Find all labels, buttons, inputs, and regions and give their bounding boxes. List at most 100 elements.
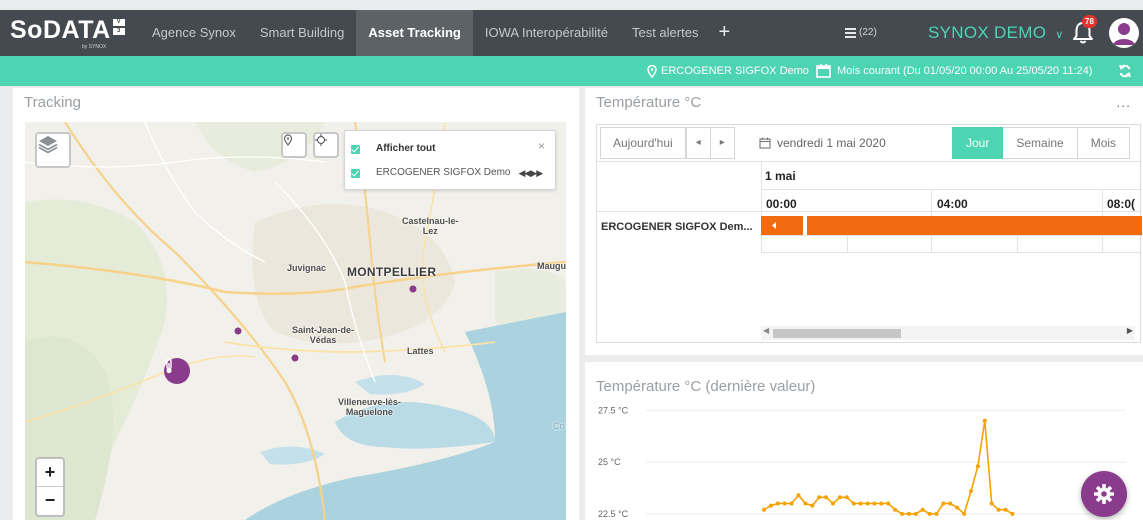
next-day-button[interactable]: ▸	[710, 127, 735, 159]
center-map-button[interactable]	[281, 132, 307, 158]
refresh-icon[interactable]	[1118, 64, 1132, 78]
hamburger-icon	[845, 28, 856, 38]
today-button[interactable]: Aujourd'hui	[600, 127, 686, 159]
prev-day-button[interactable]: ◂	[685, 127, 711, 159]
chart-data-point[interactable]	[955, 505, 960, 510]
nav-tab-asset-tracking[interactable]: Asset Tracking	[356, 10, 473, 56]
chart-data-point[interactable]	[941, 501, 946, 506]
timeline-nav: Aujourd'hui ◂ ▸	[600, 127, 735, 159]
chart-data-point[interactable]	[879, 501, 884, 506]
settings-button[interactable]	[1081, 471, 1127, 517]
chart-data-point[interactable]	[962, 511, 967, 516]
chart-data-point[interactable]	[1010, 511, 1015, 516]
chart-data-point[interactable]	[893, 507, 898, 512]
chart-data-point[interactable]	[934, 511, 939, 516]
add-tab-button[interactable]: +	[710, 10, 738, 56]
timeline-date: vendredi 1 mai 2020	[777, 136, 886, 150]
timeline-scroll-thumb[interactable]	[773, 329, 901, 338]
tracking-title: Tracking	[24, 94, 81, 111]
chart-data-point[interactable]	[796, 493, 801, 498]
timeline-hour-0: 00:00	[766, 197, 797, 211]
user-avatar[interactable]	[1109, 18, 1139, 48]
scroll-left-icon[interactable]: ◀	[763, 326, 769, 335]
chart-data-point[interactable]	[927, 511, 932, 516]
period-selector[interactable]: Mois courant (Du 01/05/20 00:00 Au 25/05…	[816, 56, 1092, 86]
timeline-view-switch: Jour Semaine Mois	[952, 127, 1131, 159]
show-all-toggle[interactable]: Afficher tout	[351, 141, 435, 157]
chart-data-point[interactable]	[969, 489, 973, 494]
chart-data-point[interactable]	[886, 501, 891, 506]
zoom-control: + −	[35, 457, 65, 517]
locate-button[interactable]	[313, 132, 339, 158]
calendar-icon	[816, 64, 831, 78]
show-all-label: Afficher tout	[376, 143, 436, 154]
nav-tab-smart-building[interactable]: Smart Building	[248, 10, 357, 56]
device-selector[interactable]: ERCOGENER SIGFOX Demo	[647, 56, 809, 86]
chart-y-tick-label: 27.5 °C	[598, 405, 629, 415]
chart-y-tick-label: 22.5 °C	[598, 509, 629, 519]
user-icon	[1113, 23, 1135, 45]
chart-data-point[interactable]	[920, 507, 925, 512]
brand-box-bottom: 3	[112, 28, 125, 35]
close-icon[interactable]: ×	[538, 139, 545, 153]
map-pin-icon	[647, 64, 657, 78]
chart-data-point[interactable]	[824, 495, 829, 500]
tracking-map[interactable]: Castelnau-le- Lez Juvignac MONTPELLIER Ma…	[25, 122, 566, 520]
calendar-icon	[759, 137, 771, 149]
view-week-button[interactable]: Semaine	[1003, 127, 1078, 159]
chart-data-point[interactable]	[762, 507, 766, 512]
chart-data-point[interactable]	[837, 495, 842, 500]
zoom-out-button[interactable]: −	[37, 487, 63, 515]
chart-data-point[interactable]	[996, 507, 1001, 512]
chart-data-point[interactable]	[768, 503, 773, 508]
chart-data-point[interactable]	[913, 511, 918, 516]
brand-logo[interactable]: SoDATA V 3 by SYNOX	[10, 15, 125, 51]
timeline-title: Température °C	[596, 94, 702, 111]
timeline-date-picker[interactable]: vendredi 1 mai 2020	[759, 127, 886, 159]
panel-menu-icon[interactable]: ...	[1116, 94, 1131, 110]
chart-data-point[interactable]	[844, 495, 849, 500]
chart-data-point[interactable]	[775, 501, 780, 506]
device-marker[interactable]	[164, 358, 190, 384]
chart-data-point[interactable]	[858, 501, 863, 506]
chart-data-point[interactable]	[831, 501, 835, 506]
chart-data-point[interactable]	[948, 501, 953, 506]
chart-data-point[interactable]	[803, 501, 808, 506]
organization-selector[interactable]: SYNOX DEMO ∨	[928, 10, 1064, 56]
layers-button[interactable]	[35, 132, 71, 168]
zoom-in-button[interactable]: +	[37, 459, 63, 487]
chart-data-point[interactable]	[900, 511, 904, 516]
chevron-down-icon: ∨	[1055, 29, 1064, 41]
nav-tab-iowa[interactable]: IOWA Interopérabilité	[473, 10, 620, 56]
menu-count-label: (22)	[859, 27, 877, 38]
checkbox-checked-icon	[351, 144, 360, 154]
chart-data-point[interactable]	[872, 501, 877, 506]
nav-tab-agence-synox[interactable]: Agence Synox	[140, 10, 248, 56]
chart-data-point[interactable]	[1003, 507, 1008, 512]
timeline-hour-1: 04:00	[937, 197, 968, 211]
chart-data-point[interactable]	[789, 501, 794, 506]
chart-data-point[interactable]	[975, 464, 980, 469]
chart-data-point[interactable]	[782, 501, 787, 506]
timeline-scrollbar[interactable]: ◀ ▶	[761, 326, 1135, 340]
nav-tab-test-alertes[interactable]: Test alertes	[620, 10, 710, 56]
chart-data-point[interactable]	[865, 501, 870, 506]
playback-arrows-icon[interactable]: ◀◀▶▶	[518, 165, 543, 181]
timeline-hour-2: 08:0(	[1107, 197, 1136, 211]
legend-device-toggle[interactable]: ERCOGENER SIGFOX Demo ◀◀▶▶	[351, 165, 543, 181]
view-month-button[interactable]: Mois	[1077, 127, 1131, 159]
notification-badge: 78	[1082, 15, 1097, 28]
chart-data-point[interactable]	[906, 511, 911, 516]
organization-name: SYNOX DEMO	[928, 23, 1047, 42]
chart-data-point[interactable]	[810, 503, 815, 508]
map-label-juvignac: Juvignac	[287, 263, 327, 273]
menu-button[interactable]: (22)	[845, 10, 877, 56]
chart-data-point[interactable]	[989, 501, 994, 506]
period-label: Mois courant (Du 01/05/20 00:00 Au 25/05…	[837, 65, 1093, 77]
scroll-right-icon[interactable]: ▶	[1127, 326, 1133, 335]
view-day-button[interactable]: Jour	[952, 127, 1004, 159]
chart-data-point[interactable]	[851, 501, 856, 506]
chart-data-point[interactable]	[817, 495, 822, 500]
chart-data-point[interactable]	[982, 418, 987, 423]
gear-icon	[1094, 484, 1114, 504]
